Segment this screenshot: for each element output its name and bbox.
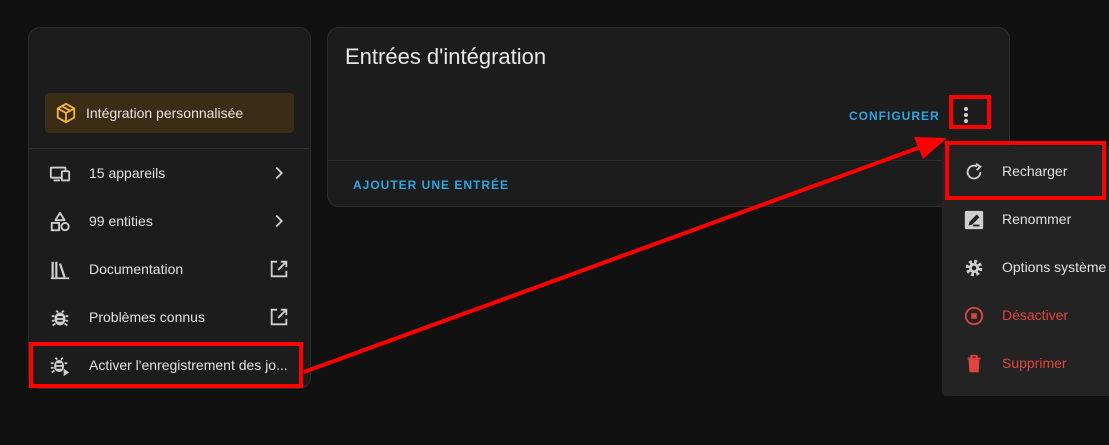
gear-icon — [965, 259, 983, 277]
highlight-debug-logging — [29, 342, 303, 388]
known-issues-label: Problèmes connus — [89, 309, 205, 325]
menu-item-label: Renommer — [1002, 211, 1072, 227]
rename-icon — [964, 210, 984, 230]
known-issues-row[interactable]: Problèmes connus — [29, 293, 310, 341]
integration-info-card: Intégration personnalisée 15 appareils 9… — [28, 27, 311, 389]
package-icon — [56, 102, 76, 124]
devices-row[interactable]: 15 appareils — [29, 149, 310, 197]
integration-entries-card: Entrées d'intégration CONFIGURER AJOUTER… — [327, 27, 1010, 207]
divider — [328, 160, 1009, 161]
custom-integration-badge: Intégration personnalisée — [45, 93, 294, 133]
menu-item-label: Supprimer — [1002, 355, 1067, 371]
highlight-more-button — [949, 95, 991, 129]
menu-item-label: Options système — [1002, 259, 1107, 275]
entities-row[interactable]: 99 entities — [29, 197, 310, 245]
menu-item-rename[interactable]: Renommer — [942, 195, 1109, 243]
documentation-row[interactable]: Documentation — [29, 245, 310, 293]
page-title: Entrées d'intégration — [345, 44, 547, 69]
configure-button[interactable]: CONFIGURER — [849, 109, 940, 123]
open-in-new-icon — [270, 260, 288, 278]
custom-integration-label: Intégration personnalisée — [86, 105, 244, 121]
menu-item-system-options[interactable]: Options système — [942, 243, 1109, 291]
devices-label: 15 appareils — [89, 165, 166, 181]
menu-item-disable[interactable]: Désactiver — [942, 291, 1109, 339]
trash-icon — [967, 354, 981, 373]
open-in-new-icon — [270, 308, 288, 326]
chevron-right-icon — [275, 166, 284, 180]
shapes-icon — [50, 211, 70, 232]
bug-icon — [51, 310, 69, 327]
stop-circle-icon — [964, 306, 984, 326]
menu-item-label: Désactiver — [1002, 307, 1069, 323]
devices-icon — [49, 166, 71, 182]
documentation-label: Documentation — [89, 261, 184, 277]
add-entry-button[interactable]: AJOUTER UNE ENTRÉE — [353, 178, 509, 192]
entities-label: 99 entities — [89, 213, 153, 229]
menu-item-delete[interactable]: Supprimer — [942, 339, 1109, 387]
highlight-reload-item — [945, 141, 1106, 200]
book-shelf-icon — [50, 261, 70, 280]
chevron-right-icon — [275, 214, 284, 228]
